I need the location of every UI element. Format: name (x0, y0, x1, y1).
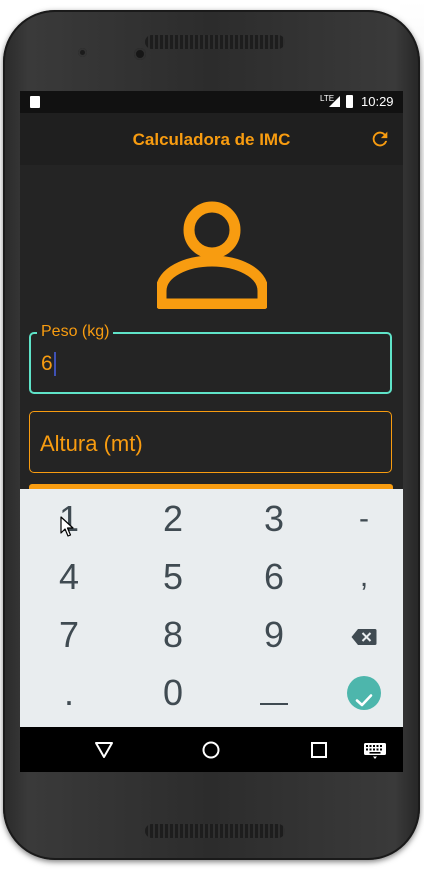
backspace-icon (351, 629, 377, 646)
numeric-keypad: 1 2 3 - 4 5 6 , 7 8 9 . 0 (20, 489, 403, 727)
check-icon (347, 676, 381, 710)
space-key[interactable] (226, 664, 322, 722)
app-bar: Calculadora de IMC (20, 113, 403, 165)
key-4[interactable]: 4 (21, 548, 117, 606)
page-title: Calculadora de IMC (132, 130, 291, 149)
status-bar: LTE 10:29 (20, 91, 403, 113)
key-7[interactable]: 7 (21, 606, 117, 664)
key-minus[interactable]: - (316, 490, 403, 548)
text-caret (53, 352, 56, 376)
device-screen: LTE 10:29 Calculadora de IMC Peso (kg) 6… (20, 91, 403, 772)
peso-label: Peso (kg) (37, 323, 114, 341)
keyboard-icon[interactable] (363, 740, 387, 760)
confirm-key[interactable] (316, 664, 403, 722)
refresh-icon (372, 131, 388, 147)
front-camera (134, 48, 146, 60)
key-comma[interactable]: , (316, 548, 403, 606)
key-0[interactable]: 0 (125, 664, 221, 722)
space-icon (260, 703, 288, 706)
altura-field[interactable]: Altura (mt) (29, 411, 392, 473)
home-circle-icon[interactable] (200, 740, 222, 760)
bottom-speaker (145, 824, 285, 838)
battery-icon (346, 95, 353, 108)
person-icon (157, 201, 267, 309)
signal-icon (329, 96, 340, 107)
sd-card-icon (30, 96, 40, 108)
peso-input[interactable]: 6 (41, 352, 56, 376)
peso-value: 6 (41, 352, 53, 375)
key-2[interactable]: 2 (125, 490, 221, 548)
sensor-dot (78, 48, 87, 57)
key-3[interactable]: 3 (226, 490, 322, 548)
key-6[interactable]: 6 (226, 548, 322, 606)
status-time: 10:29 (361, 94, 394, 109)
key-5[interactable]: 5 (125, 548, 221, 606)
peso-field[interactable]: Peso (kg) 6 (29, 323, 392, 394)
backspace-key[interactable] (316, 606, 403, 664)
recents-square-icon[interactable] (308, 740, 330, 760)
key-9[interactable]: 9 (226, 606, 322, 664)
back-triangle-icon[interactable] (93, 740, 115, 760)
key-dot[interactable]: . (21, 664, 117, 722)
navigation-bar (20, 727, 403, 772)
top-speaker (145, 35, 285, 49)
key-8[interactable]: 8 (125, 606, 221, 664)
mouse-pointer-icon (60, 516, 74, 537)
altura-placeholder: Altura (mt) (40, 431, 143, 456)
refresh-button[interactable] (369, 128, 391, 150)
